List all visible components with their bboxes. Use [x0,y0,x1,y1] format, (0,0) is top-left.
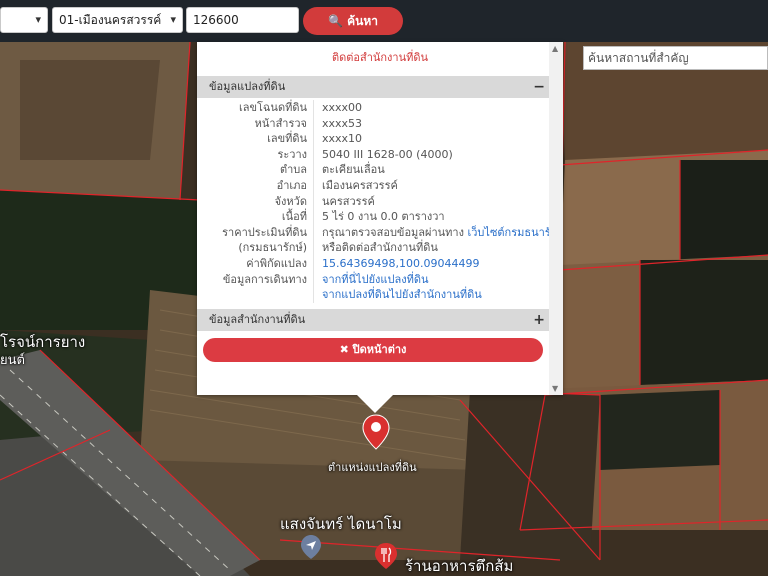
info-row-value: หรือติดต่อสำนักงานที่ดิน [322,240,438,256]
office-section-header[interactable]: ข้อมูลสำนักงานที่ดิน + [197,309,549,331]
info-row-label: ข้อมูลการเดินทาง [222,272,307,286]
info-row-link[interactable]: 15.64369498,100.09044499 [322,257,479,270]
parcel-number-input[interactable]: 126600 [186,7,299,33]
info-row-label: จังหวัด [274,194,307,208]
row-divider [313,100,314,116]
amphoe-select[interactable]: 01-เมืองนครสวรรค์ ▾ [52,7,183,33]
info-row: (กรมธนารักษ์) หรือติดต่อสำนักงานที่ดิน [197,240,549,256]
place-search-input[interactable]: ค้นหาสถานที่สำคัญ [583,46,768,70]
contact-land-office-link[interactable]: ติดต่อสำนักงานที่ดิน [197,48,563,66]
parcel-info-popup: ติดต่อสำนักงานที่ดิน ข้อมูลแปลงที่ดิน − … [197,42,563,395]
scroll-down-icon[interactable]: ▼ [552,384,558,393]
info-row-link[interactable]: จากที่นี่ไปยังแปลงที่ดิน [322,273,428,286]
info-row-label: หน้าสำรวจ [254,116,307,130]
map-label-project-sub: ยนต์ [0,353,25,368]
office-section-title: ข้อมูลสำนักงานที่ดิน [209,313,306,326]
collapse-icon[interactable]: − [533,76,545,98]
popup-pointer [357,395,393,413]
search-icon: 🔍 [327,14,343,28]
info-row-value: xxxx10 [322,131,362,147]
row-divider [313,146,314,163]
info-row: เลขโฉนดที่ดิน xxxx00 [197,100,549,116]
land-section-title: ข้อมูลแปลงที่ดิน [209,80,286,93]
info-row-value: จากแปลงที่ดินไปยังสำนักงานที่ดิน [322,287,482,303]
land-info-table: เลขโฉนดที่ดิน xxxx00 หน้าสำรวจ xxxx53 เลขที่… [197,100,563,303]
info-row-link[interactable]: จากแปลงที่ดินไปยังสำนักงานที่ดิน [322,288,482,301]
scroll-up-icon[interactable]: ▲ [552,44,558,53]
expand-icon[interactable]: + [533,309,545,331]
info-row: เนื้อที่ 5 ไร่ 0 งาน 0.0 ตารางวา [197,209,549,225]
info-row-label: ระวาง [277,147,307,161]
info-row-value: นครสวรรค์ [322,194,375,210]
info-row-value: 5 ไร่ 0 งาน 0.0 ตารางวา [322,209,445,225]
info-row: จากแปลงที่ดินไปยังสำนักงานที่ดิน [197,287,549,303]
map-label-parcel: ตำแหน่งแปลงที่ดิน [328,461,417,474]
search-button[interactable]: 🔍 ค้นหา [303,7,403,35]
info-row: ค่าพิกัดแปลง 15.64369498,100.09044499 [197,255,549,272]
row-divider [313,287,314,303]
info-row-label: ค่าพิกัดแปลง [246,256,307,270]
info-row: หน้าสำรวจ xxxx53 [197,115,549,132]
land-section-header[interactable]: ข้อมูลแปลงที่ดิน − [197,76,549,98]
top-search-bar: ▾ 01-เมืองนครสวรรค์ ▾ 126600 🔍 ค้นหา [0,0,768,42]
info-row-value: xxxx00 [322,100,362,116]
place-search-placeholder: ค้นหาสถานที่สำคัญ [588,51,689,65]
close-window-button[interactable]: ✖ ปิดหน้าต่าง [203,338,543,362]
row-divider [313,255,314,272]
info-row-label: (กรมธนารักษ์) [238,241,307,255]
row-divider [313,177,314,194]
info-row-label: เลขที่ดิน [267,132,307,146]
map-pin-icon[interactable] [362,414,390,450]
map-label-dynamo: แสงจันทร์ ไดนาโม [280,515,402,533]
row-divider [313,271,314,288]
amphoe-select-value: 01-เมืองนครสวรรค์ [59,13,162,27]
row-divider [313,115,314,132]
info-row-text: กรุณาตรวจสอบข้อมูลผ่านทาง [322,225,464,239]
info-row-value: กรุณาตรวจสอบข้อมูลผ่านทาง เว็บไซต์กรมธนา… [322,225,563,241]
info-row: ระวาง 5040 III 1628-00 (4000) [197,146,549,163]
info-row-text: 5040 III 1628-00 (4000) [322,147,453,161]
info-row-text: 5 ไร่ 0 งาน 0.0 ตารางวา [322,210,445,224]
search-button-label: ค้นหา [347,14,379,28]
chevron-down-icon: ▾ [35,13,41,26]
info-row-text: เมืองนครสวรรค์ [322,178,398,192]
info-row: เลขที่ดิน xxxx10 [197,131,549,147]
info-row: ข้อมูลการเดินทาง จากที่นี่ไปยังแปลงที่ดิน [197,271,549,288]
parcel-number-value: 126600 [193,13,239,27]
info-row-text: xxxx10 [322,132,363,146]
row-divider [313,162,314,178]
province-select[interactable]: ▾ [0,7,48,33]
info-row-label: อำเภอ [276,178,307,192]
popup-scrollbar[interactable]: ▲ ▼ [549,42,563,395]
info-row-text: หรือติดต่อสำนักงานที่ดิน [322,241,438,255]
info-row: จังหวัด นครสวรรค์ [197,193,549,210]
row-divider [313,209,314,225]
info-row-label: ตำบล [279,163,307,177]
info-row-value: 15.64369498,100.09044499 [322,256,479,272]
info-row-label: เนื้อที่ [281,210,307,224]
app-window: โรจน์การยาง ยนต์ ตำแหน่งแปลงที่ดิน แสงจั… [0,0,768,576]
info-row-text: ตะเคียนเลื่อน [322,163,385,177]
info-row: อำเภอ เมืองนครสวรรค์ [197,177,549,194]
info-row-text: xxxx00 [322,101,363,114]
location-marker-icon[interactable] [300,534,322,560]
chevron-down-icon: ▾ [170,13,176,26]
row-divider [313,131,314,147]
info-row-value: ตะเคียนเลื่อน [322,162,385,178]
row-divider [313,193,314,210]
info-row-value: เมืองนครสวรรค์ [322,178,398,194]
info-row-value: 5040 III 1628-00 (4000) [322,147,453,163]
restaurant-marker-icon[interactable] [374,542,398,570]
info-row-label: เลขโฉนดที่ดิน [239,101,307,114]
map-label-restaurant: ร้านอาหารตึกส้ม [405,557,514,575]
row-divider [313,240,314,256]
info-row-text: xxxx53 [322,116,363,130]
info-row-value: xxxx53 [322,116,362,132]
info-row-label: ราคาประเมินที่ดิน [222,225,307,239]
info-row-value: จากที่นี่ไปยังแปลงที่ดิน [322,272,428,288]
info-row-text: นครสวรรค์ [322,194,375,208]
row-divider [313,224,314,241]
info-row: ตำบล ตะเคียนเลื่อน [197,162,549,178]
info-row: ราคาประเมินที่ดิน กรุณาตรวจสอบข้อมูลผ่านท… [197,224,563,241]
